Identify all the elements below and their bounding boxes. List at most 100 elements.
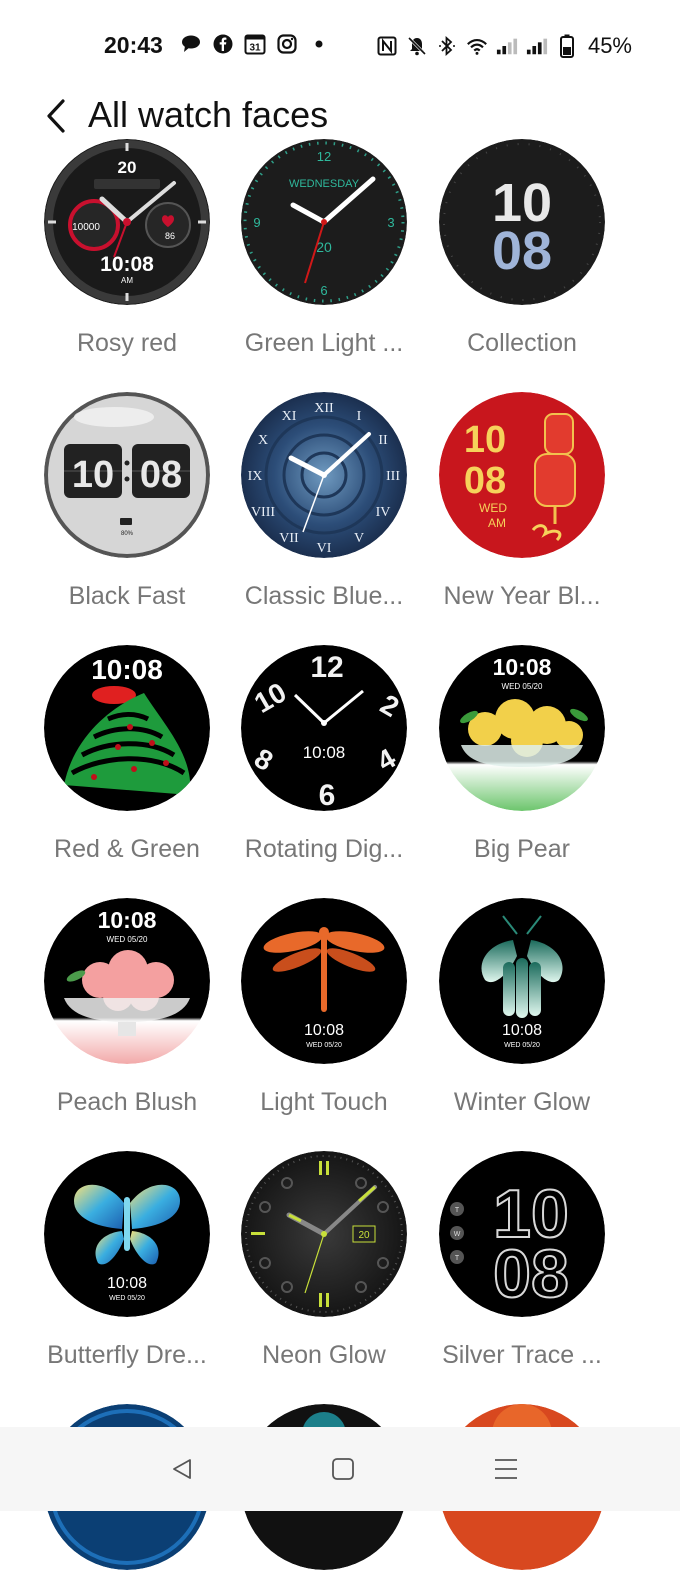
battery-icon — [556, 34, 578, 58]
face-date-text: 20 — [118, 158, 137, 177]
watch-face-name: Light Touch — [260, 1088, 388, 1116]
watch-face-item[interactable]: 10:08 WED 05/20 Butterfly Dre... — [28, 1151, 226, 1391]
watch-face-item[interactable]: 10:08 WED 05/20 Light Touch — [225, 898, 423, 1138]
chat-bubble-icon — [180, 33, 202, 55]
watch-face-name: Winter Glow — [453, 1088, 591, 1116]
watch-face-preview: 12 2 4 6 8 10 10:08 — [241, 645, 407, 811]
wifi-icon — [466, 35, 488, 57]
watch-face-preview: 12 3 6 9 WEDNESDAY 20 — [241, 139, 407, 305]
face-time-text: 10:08 — [304, 1022, 344, 1039]
svg-text:XII: XII — [314, 401, 334, 416]
notification-icons: 31 — [180, 33, 330, 55]
signal-1-icon — [496, 35, 518, 57]
watch-face-name: Black Fast — [68, 582, 186, 610]
watch-face-name: Collection — [467, 329, 577, 357]
svg-text:T: T — [455, 1207, 460, 1214]
face-day-text: WED — [479, 501, 507, 515]
watch-face-preview: 20 — [241, 1151, 407, 1317]
watch-face-name: Peach Blush — [56, 1088, 198, 1116]
face-minute-text: 08 — [492, 221, 552, 281]
face-date-text: WED 05/20 — [504, 1042, 540, 1049]
home-square-icon — [332, 1458, 354, 1480]
nav-home-button[interactable] — [321, 1447, 365, 1491]
svg-text:V: V — [354, 531, 364, 546]
face-time-text: 10:08 — [493, 654, 552, 680]
face-hour-text: 10 — [72, 454, 114, 496]
face-time-text: 10:08 — [98, 907, 157, 933]
status-bar: 20:43 31 45% — [0, 0, 680, 92]
watch-face-item[interactable]: 10 08 80% Black Fast — [28, 392, 226, 632]
watch-face-preview: 10:08 WED 05/20 — [44, 898, 210, 1064]
svg-text:W: W — [454, 1231, 461, 1238]
svg-text:VI: VI — [317, 541, 332, 556]
watch-face-preview: 10:08 — [44, 645, 210, 811]
watch-face-name: Big Pear — [474, 835, 570, 863]
calendar-31-icon: 31 — [244, 33, 266, 55]
watch-face-item[interactable]: 10:08 WED 05/20 Peach Blush — [28, 898, 226, 1138]
mute-bell-icon — [406, 35, 428, 57]
calendar-day-text: 31 — [249, 43, 261, 54]
nav-menu-button[interactable] — [484, 1447, 528, 1491]
face-date-text: WED 05/20 — [107, 935, 148, 944]
svg-text:XI: XI — [282, 409, 297, 424]
face-time-text: 10:08 — [107, 1275, 147, 1292]
svg-text:III: III — [386, 469, 400, 484]
watch-face-item[interactable]: 10 08 Collection — [423, 139, 621, 379]
face-time-text: 10:08 — [502, 1022, 542, 1039]
watch-face-item[interactable]: 12 2 4 6 8 10 10:08 Rotating Dig... — [225, 645, 423, 885]
svg-text:I: I — [357, 409, 362, 424]
watch-face-item[interactable]: 10:08 Red & Green — [28, 645, 226, 885]
svg-text:6: 6 — [319, 779, 336, 811]
watch-face-name: Rotating Dig... — [244, 835, 404, 863]
watch-face-name: Red & Green — [54, 835, 200, 863]
svg-text:II: II — [378, 433, 388, 448]
watch-face-name: New Year Bl... — [443, 582, 601, 610]
battery-percent: 45% — [587, 33, 632, 58]
face-date-text: 20 — [358, 1230, 370, 1241]
face-minute-text: 08 — [493, 1236, 569, 1312]
face-steps-text: 10000 — [72, 222, 100, 233]
watch-face-preview: 10 08 — [439, 139, 605, 305]
watch-face-item[interactable]: 20 10000 86 10:08 AM Rosy red — [28, 139, 226, 379]
face-minute-text: 08 — [140, 454, 182, 496]
watch-face-preview: 10:08 WED 05/20 — [44, 1151, 210, 1317]
watch-face-item[interactable]: TWT 10 08 Silver Trace ... — [423, 1151, 621, 1391]
watch-face-preview: 10:08 WED 05/20 — [439, 645, 605, 811]
instagram-icon — [276, 33, 298, 55]
watch-face-name: Classic Blue... — [244, 582, 404, 610]
signal-2-icon — [526, 35, 548, 57]
svg-text:12: 12 — [317, 149, 331, 164]
watch-face-preview: TWT 10 08 — [439, 1151, 605, 1317]
menu-lines-icon — [495, 1459, 517, 1479]
svg-text:IV: IV — [376, 505, 391, 520]
bluetooth-icon — [436, 35, 458, 57]
svg-text:9: 9 — [253, 215, 260, 230]
dot-icon — [308, 33, 330, 55]
nav-back-button[interactable] — [160, 1447, 204, 1491]
status-time: 20:43 — [104, 32, 163, 58]
watch-face-item[interactable]: 12 3 6 9 WEDNESDAY 20 Green Light ... — [225, 139, 423, 379]
svg-text:T: T — [455, 1255, 460, 1262]
page-title: All watch faces — [88, 94, 329, 135]
watch-face-item[interactable]: 10:08 WED 05/20 Big Pear — [423, 645, 621, 885]
watch-face-preview: 20 10000 86 10:08 AM — [44, 139, 210, 305]
svg-text:VIII: VIII — [251, 505, 275, 520]
facebook-icon — [212, 33, 234, 55]
back-triangle-icon — [173, 1459, 191, 1479]
face-time-text: 10:08 — [100, 253, 154, 276]
nfc-icon — [376, 35, 398, 57]
watch-face-name: Rosy red — [76, 329, 178, 357]
watch-face-item[interactable]: 20 Neon Glow — [225, 1151, 423, 1391]
watch-face-item[interactable]: XII III VI IX I II IV V VII VIII X XI Classic Blu… — [225, 392, 423, 632]
watch-face-item[interactable]: 10 08 WED AM New Year Bl... — [423, 392, 621, 632]
face-battery-text: 80% — [121, 531, 134, 537]
svg-text:6: 6 — [320, 283, 327, 298]
back-button[interactable] — [36, 92, 76, 140]
face-ampm-text: AM — [488, 516, 506, 530]
watch-face-name: Neon Glow — [262, 1341, 386, 1369]
watch-face-item[interactable]: 10:08 WED 05/20 Winter Glow — [423, 898, 621, 1138]
watch-face-preview: 10 08 80% — [44, 392, 210, 558]
face-ampm-text: AM — [121, 276, 133, 285]
chevron-left-icon — [47, 99, 65, 133]
watch-face-preview: 10:08 WED 05/20 — [241, 898, 407, 1064]
